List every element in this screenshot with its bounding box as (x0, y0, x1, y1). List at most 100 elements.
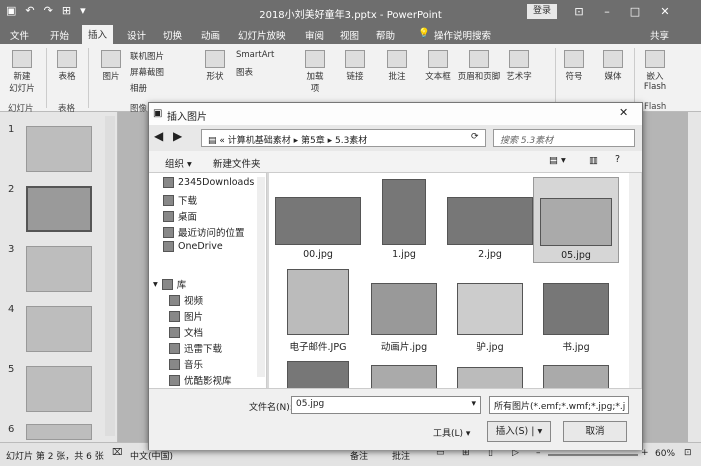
file-list-scrollbar[interactable] (629, 173, 641, 388)
login-button[interactable]: 登录 (527, 4, 557, 19)
tab-transitions[interactable]: 切换 (163, 28, 182, 42)
file-item[interactable]: 00.jpg (275, 197, 361, 260)
tab-insert[interactable]: 插入 (82, 25, 114, 44)
file-item-selected[interactable]: 05.jpg (533, 177, 619, 263)
file-item[interactable] (447, 367, 533, 388)
nav-item-downloads[interactable]: 下载 (163, 193, 197, 207)
zoom-level[interactable]: 60% (655, 449, 675, 459)
slide-thumbnail-6[interactable] (26, 424, 92, 440)
media-button[interactable]: 媒体 (600, 50, 626, 82)
insert-button[interactable]: 插入(S) | ▾ (487, 421, 551, 442)
fit-slide-icon[interactable]: ⊡ (684, 448, 692, 458)
nav-item-youku[interactable]: 优酷影视库 (169, 373, 232, 387)
cancel-button[interactable]: 取消 (563, 421, 627, 442)
zoom-slider[interactable] (548, 454, 638, 456)
screenshot-button[interactable]: 屏幕截图 (130, 66, 164, 78)
textbox-button[interactable]: 文本框 (422, 50, 454, 82)
online-pictures-button[interactable]: 联机图片 (130, 50, 164, 62)
new-slide-button[interactable]: 新建 幻灯片 (4, 50, 40, 94)
nav-item-downloads2345[interactable]: 2345Downloads (163, 177, 254, 188)
tell-me-search[interactable]: 操作说明搜索 (434, 28, 491, 42)
file-item[interactable]: 驴.jpg (447, 283, 533, 353)
file-item[interactable] (533, 365, 619, 388)
nav-item-desktop[interactable]: 桌面 (163, 209, 197, 223)
tab-help[interactable]: 帮助 (376, 28, 395, 42)
nav-item-music[interactable]: 音乐 (169, 357, 203, 371)
back-icon[interactable]: ◀ (154, 129, 163, 143)
editor-scrollbar[interactable] (688, 112, 701, 442)
forward-icon[interactable]: ▶ (173, 129, 182, 143)
nav-item-recent[interactable]: 最近访问的位置 (163, 225, 245, 239)
maximize-icon[interactable]: □ (625, 3, 645, 21)
nav-item-pictures[interactable]: 图片 (169, 309, 203, 323)
comment-button[interactable]: 批注 (382, 50, 412, 82)
language-indicator[interactable]: 中文(中国) (130, 449, 173, 462)
slide-thumbnail-5[interactable] (26, 366, 92, 412)
nav-scrollbar[interactable] (257, 177, 265, 377)
tab-home[interactable]: 开始 (50, 28, 69, 42)
close-icon[interactable]: ✕ (655, 3, 675, 21)
folder-icon (169, 374, 180, 386)
smartart-button[interactable]: SmartArt (236, 50, 274, 60)
library-icon (161, 278, 173, 290)
tools-menu[interactable]: 工具(L) ▾ (433, 426, 470, 439)
share-button[interactable]: 共享 (650, 28, 669, 42)
view-options-icon[interactable]: ▤ ▾ (549, 155, 566, 166)
file-item[interactable]: 1.jpg (361, 179, 447, 260)
file-item[interactable]: 书.jpg (533, 283, 619, 353)
refresh-icon[interactable]: ⟳ (471, 132, 479, 142)
breadcrumb-item[interactable]: 第5章 (301, 136, 325, 146)
embed-flash-button[interactable]: 嵌入 Flash (640, 50, 670, 92)
new-folder-button[interactable]: 新建文件夹 (213, 156, 261, 170)
file-item[interactable] (275, 361, 361, 388)
pictures-button[interactable]: 图片 (97, 50, 125, 82)
ribbon-options-icon[interactable]: ⊡ (569, 3, 589, 21)
file-item[interactable]: 电子邮件.JPG (275, 269, 361, 353)
slide-thumbnail-4[interactable] (26, 306, 92, 352)
album-button[interactable]: 相册 (130, 82, 147, 94)
addins-button[interactable]: 加载 项 (300, 50, 330, 94)
help-icon[interactable]: ? (615, 154, 620, 165)
slide-thumbnail-1[interactable] (26, 126, 92, 172)
filetype-select[interactable]: 所有图片(*.emf;*.wmf;*.jpg;*.j (489, 396, 629, 414)
tab-slideshow[interactable]: 幻灯片放映 (238, 28, 286, 42)
notes-button[interactable]: 备注 (350, 449, 368, 462)
file-thumbnail (457, 283, 523, 335)
nav-item-xunlei[interactable]: 迅雷下载 (169, 341, 222, 355)
slide-thumbnail-3[interactable] (26, 246, 92, 292)
file-item[interactable]: 动画片.jpg (361, 283, 447, 353)
symbol-button[interactable]: 符号 (562, 50, 586, 82)
shapes-button[interactable]: 形状 (200, 50, 230, 82)
nav-item-onedrive[interactable]: OneDrive (163, 241, 223, 252)
nav-item-libraries[interactable]: ▾ 库 (153, 277, 186, 291)
tab-review[interactable]: 审阅 (305, 28, 324, 42)
slide-thumbnail-2[interactable] (26, 186, 92, 232)
breadcrumb-item[interactable]: 计算机基础素材 (228, 136, 291, 146)
file-item[interactable] (361, 365, 447, 388)
chart-button[interactable]: 图表 (236, 66, 253, 78)
spellcheck-icon[interactable]: ⌧ (112, 448, 122, 458)
nav-item-documents[interactable]: 文档 (169, 325, 203, 339)
wordart-button[interactable]: 艺术字 (504, 50, 534, 82)
tab-animations[interactable]: 动画 (201, 28, 220, 42)
table-button[interactable]: 表格 (52, 50, 82, 82)
addins-icon (305, 50, 325, 68)
tab-file[interactable]: 文件 (10, 28, 29, 42)
search-input[interactable]: 搜索 5.3素材 (493, 129, 635, 147)
breadcrumb[interactable]: ▤ « 计算机基础素材 ▸ 第5章 ▸ 5.3素材 (201, 129, 486, 147)
link-button[interactable]: 链接 (340, 50, 370, 82)
minimize-icon[interactable]: – (597, 3, 617, 21)
dialog-close-icon[interactable]: ✕ (619, 106, 628, 119)
breadcrumb-item[interactable]: 5.3素材 (335, 136, 367, 146)
chevron-down-icon: ▾ (153, 278, 158, 290)
preview-pane-icon[interactable]: ▥ (589, 155, 598, 166)
organize-button[interactable]: 组织 ▾ (165, 156, 192, 170)
comments-button[interactable]: 批注 (392, 449, 410, 462)
thumbnail-scrollbar[interactable] (105, 116, 115, 436)
nav-item-videos[interactable]: 视频 (169, 293, 203, 307)
filename-input[interactable]: 05.jpg ▾ (291, 396, 481, 414)
tab-design[interactable]: 设计 (127, 28, 146, 42)
tab-view[interactable]: 视图 (340, 28, 359, 42)
file-item[interactable]: 2.jpg (447, 197, 533, 260)
header-footer-button[interactable]: 页眉和页脚 (455, 50, 503, 82)
